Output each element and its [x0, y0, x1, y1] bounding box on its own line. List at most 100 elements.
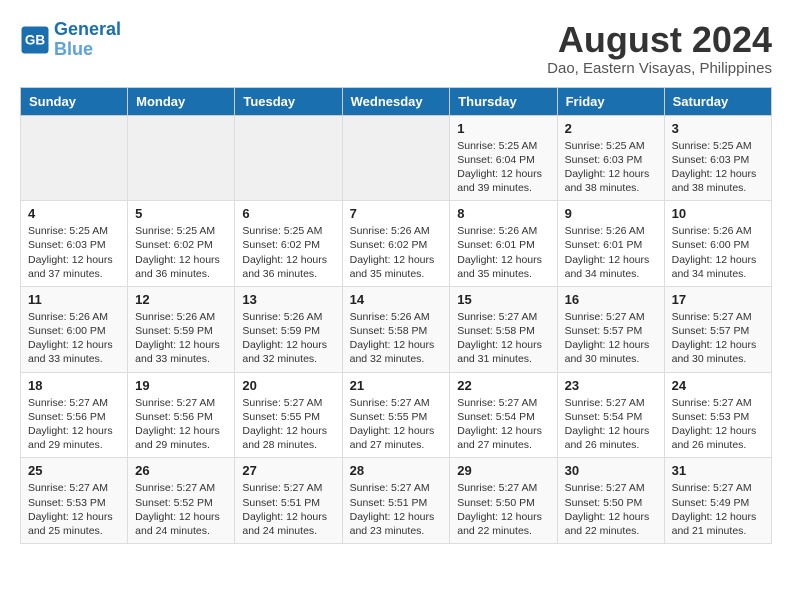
calendar-cell: 28 Sunrise: 5:27 AMSunset: 5:51 PMDayligh… [342, 458, 450, 544]
calendar-cell: 23 Sunrise: 5:27 AMSunset: 5:54 PMDayligh… [557, 372, 664, 458]
day-number: 12 [135, 292, 227, 307]
week-row-2: 4 Sunrise: 5:25 AMSunset: 6:03 PMDaylight… [21, 201, 772, 287]
header-friday: Friday [557, 87, 664, 115]
day-number: 26 [135, 463, 227, 478]
day-info: Sunrise: 5:26 AMSunset: 5:58 PMDaylight:… [350, 310, 443, 367]
calendar-cell: 14 Sunrise: 5:26 AMSunset: 5:58 PMDayligh… [342, 286, 450, 372]
day-info: Sunrise: 5:27 AMSunset: 5:57 PMDaylight:… [672, 310, 764, 367]
day-info: Sunrise: 5:27 AMSunset: 5:55 PMDaylight:… [242, 396, 334, 453]
day-number: 15 [457, 292, 549, 307]
day-info: Sunrise: 5:27 AMSunset: 5:53 PMDaylight:… [28, 481, 120, 538]
day-info: Sunrise: 5:26 AMSunset: 6:02 PMDaylight:… [350, 224, 443, 281]
day-info: Sunrise: 5:26 AMSunset: 6:00 PMDaylight:… [672, 224, 764, 281]
day-info: Sunrise: 5:26 AMSunset: 5:59 PMDaylight:… [242, 310, 334, 367]
day-info: Sunrise: 5:26 AMSunset: 6:01 PMDaylight:… [457, 224, 549, 281]
page-header: GB GeneralBlue August 2024 Dao, Eastern … [20, 20, 772, 77]
month-year-title: August 2024 [547, 20, 772, 60]
calendar-cell: 13 Sunrise: 5:26 AMSunset: 5:59 PMDayligh… [235, 286, 342, 372]
calendar-cell: 17Sunrise: 5:27 AMSunset: 5:57 PMDayligh… [664, 286, 771, 372]
day-info: Sunrise: 5:26 AMSunset: 6:00 PMDaylight:… [28, 310, 120, 367]
calendar-cell: 11 Sunrise: 5:26 AMSunset: 6:00 PMDayligh… [21, 286, 128, 372]
day-number: 22 [457, 378, 549, 393]
day-number: 10 [672, 206, 764, 221]
day-number: 20 [242, 378, 334, 393]
day-number: 2 [565, 121, 657, 136]
logo-text: GeneralBlue [54, 20, 121, 60]
svg-text:GB: GB [25, 32, 46, 47]
calendar-cell: 12 Sunrise: 5:26 AMSunset: 5:59 PMDayligh… [128, 286, 235, 372]
day-number: 7 [350, 206, 443, 221]
day-number: 29 [457, 463, 549, 478]
header-wednesday: Wednesday [342, 87, 450, 115]
header-saturday: Saturday [664, 87, 771, 115]
calendar-cell: 2 Sunrise: 5:25 AMSunset: 6:03 PMDaylight… [557, 115, 664, 201]
week-row-5: 25 Sunrise: 5:27 AMSunset: 5:53 PMDayligh… [21, 458, 772, 544]
title-area: August 2024 Dao, Eastern Visayas, Philip… [547, 20, 772, 77]
day-number: 5 [135, 206, 227, 221]
calendar-header-row: Sunday Monday Tuesday Wednesday Thursday… [21, 87, 772, 115]
day-number: 11 [28, 292, 120, 307]
logo-icon: GB [20, 25, 50, 55]
week-row-4: 18Sunrise: 5:27 AMSunset: 5:56 PMDayligh… [21, 372, 772, 458]
day-info: Sunrise: 5:25 AMSunset: 6:03 PMDaylight:… [565, 139, 657, 196]
day-info: Sunrise: 5:25 AMSunset: 6:03 PMDaylight:… [672, 139, 764, 196]
calendar-cell [128, 115, 235, 201]
day-info: Sunrise: 5:27 AMSunset: 5:51 PMDaylight:… [350, 481, 443, 538]
day-number: 30 [565, 463, 657, 478]
day-info: Sunrise: 5:27 AMSunset: 5:58 PMDaylight:… [457, 310, 549, 367]
day-info: Sunrise: 5:27 AMSunset: 5:50 PMDaylight:… [457, 481, 549, 538]
day-info: Sunrise: 5:27 AMSunset: 5:51 PMDaylight:… [242, 481, 334, 538]
day-info: Sunrise: 5:25 AMSunset: 6:02 PMDaylight:… [242, 224, 334, 281]
header-tuesday: Tuesday [235, 87, 342, 115]
logo: GB GeneralBlue [20, 20, 121, 60]
day-number: 16 [565, 292, 657, 307]
calendar-cell [342, 115, 450, 201]
calendar-cell: 26 Sunrise: 5:27 AMSunset: 5:52 PMDayligh… [128, 458, 235, 544]
calendar-cell: 10 Sunrise: 5:26 AMSunset: 6:00 PMDayligh… [664, 201, 771, 287]
day-number: 25 [28, 463, 120, 478]
calendar-cell: 25 Sunrise: 5:27 AMSunset: 5:53 PMDayligh… [21, 458, 128, 544]
calendar-cell: 15 Sunrise: 5:27 AMSunset: 5:58 PMDayligh… [450, 286, 557, 372]
header-sunday: Sunday [21, 87, 128, 115]
day-number: 13 [242, 292, 334, 307]
day-number: 14 [350, 292, 443, 307]
day-number: 6 [242, 206, 334, 221]
calendar-cell: 3 Sunrise: 5:25 AMSunset: 6:03 PMDaylight… [664, 115, 771, 201]
day-info: Sunrise: 5:27 AMSunset: 5:57 PMDaylight:… [565, 310, 657, 367]
day-number: 1 [457, 121, 549, 136]
day-info: Sunrise: 5:27 AMSunset: 5:52 PMDaylight:… [135, 481, 227, 538]
day-info: Sunrise: 5:26 AMSunset: 5:59 PMDaylight:… [135, 310, 227, 367]
day-info: Sunrise: 5:25 AMSunset: 6:03 PMDaylight:… [28, 224, 120, 281]
day-number: 4 [28, 206, 120, 221]
location-subtitle: Dao, Eastern Visayas, Philippines [547, 60, 772, 77]
calendar-cell: 4 Sunrise: 5:25 AMSunset: 6:03 PMDaylight… [21, 201, 128, 287]
calendar-cell: 1 Sunrise: 5:25 AMSunset: 6:04 PMDaylight… [450, 115, 557, 201]
calendar-cell: 21Sunrise: 5:27 AMSunset: 5:55 PMDayligh… [342, 372, 450, 458]
header-thursday: Thursday [450, 87, 557, 115]
calendar-cell: 29 Sunrise: 5:27 AMSunset: 5:50 PMDayligh… [450, 458, 557, 544]
calendar-cell: 22 Sunrise: 5:27 AMSunset: 5:54 PMDayligh… [450, 372, 557, 458]
calendar-cell: 7 Sunrise: 5:26 AMSunset: 6:02 PMDaylight… [342, 201, 450, 287]
day-number: 19 [135, 378, 227, 393]
day-info: Sunrise: 5:25 AMSunset: 6:04 PMDaylight:… [457, 139, 549, 196]
day-info: Sunrise: 5:27 AMSunset: 5:54 PMDaylight:… [457, 396, 549, 453]
calendar-table: Sunday Monday Tuesday Wednesday Thursday… [20, 87, 772, 544]
calendar-cell [21, 115, 128, 201]
day-info: Sunrise: 5:26 AMSunset: 6:01 PMDaylight:… [565, 224, 657, 281]
calendar-cell: 27 Sunrise: 5:27 AMSunset: 5:51 PMDayligh… [235, 458, 342, 544]
day-number: 27 [242, 463, 334, 478]
calendar-cell: 24 Sunrise: 5:27 AMSunset: 5:53 PMDayligh… [664, 372, 771, 458]
day-number: 23 [565, 378, 657, 393]
day-number: 3 [672, 121, 764, 136]
day-info: Sunrise: 5:27 AMSunset: 5:50 PMDaylight:… [565, 481, 657, 538]
day-info: Sunrise: 5:27 AMSunset: 5:53 PMDaylight:… [672, 396, 764, 453]
calendar-cell: 18Sunrise: 5:27 AMSunset: 5:56 PMDayligh… [21, 372, 128, 458]
day-number: 28 [350, 463, 443, 478]
day-info: Sunrise: 5:27 AMSunset: 5:56 PMDaylight:… [135, 396, 227, 453]
day-info: Sunrise: 5:27 AMSunset: 5:54 PMDaylight:… [565, 396, 657, 453]
day-info: Sunrise: 5:27 AMSunset: 5:56 PMDaylight:… [28, 396, 120, 453]
day-number: 24 [672, 378, 764, 393]
calendar-cell: 6 Sunrise: 5:25 AMSunset: 6:02 PMDaylight… [235, 201, 342, 287]
week-row-1: 1 Sunrise: 5:25 AMSunset: 6:04 PMDaylight… [21, 115, 772, 201]
calendar-cell: 8Sunrise: 5:26 AMSunset: 6:01 PMDaylight… [450, 201, 557, 287]
